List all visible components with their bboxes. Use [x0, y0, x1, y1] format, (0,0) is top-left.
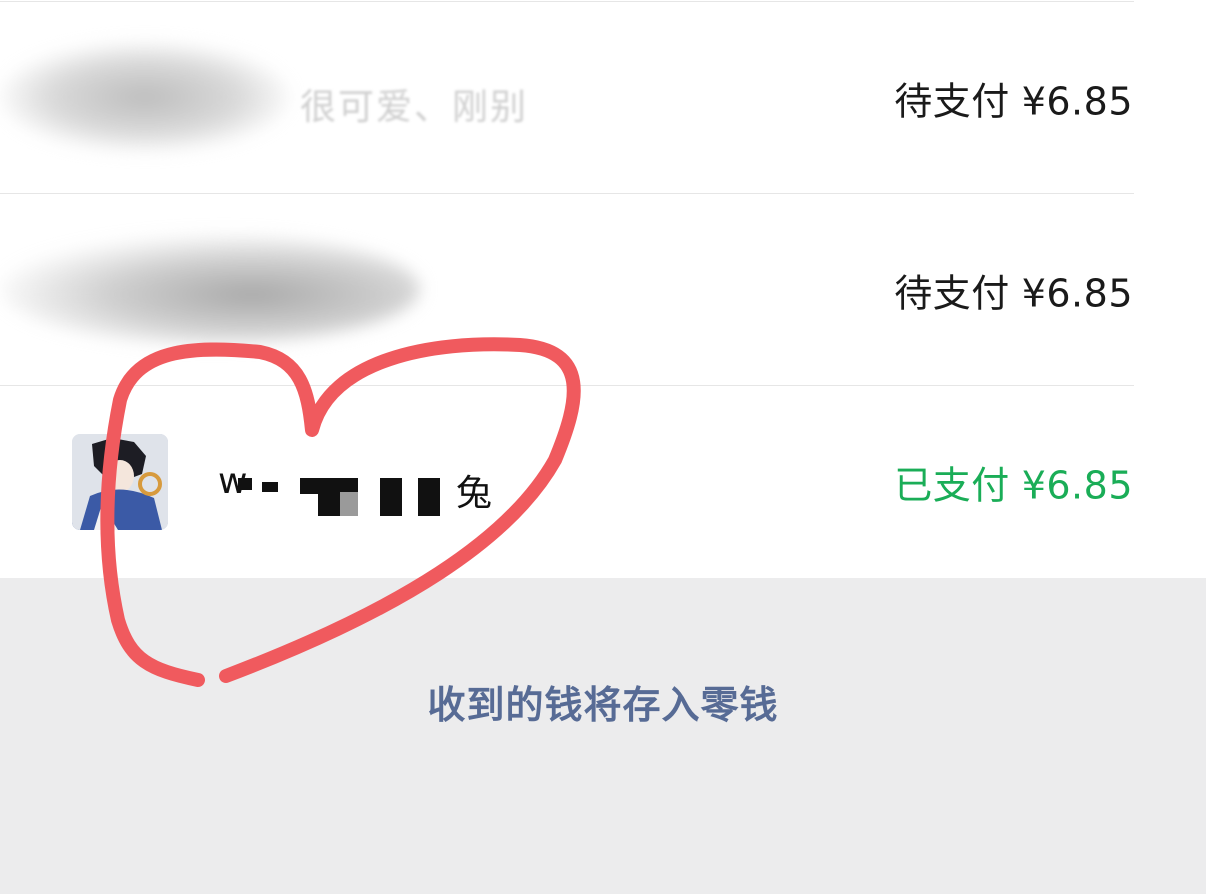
payer-name-end: 兔: [456, 473, 493, 514]
name-redaction-block: [318, 492, 340, 516]
payment-amount: ¥6.85: [1021, 79, 1133, 124]
redaction-smudge: [0, 234, 420, 344]
payer-list: 很可爱、刚别 待支付 ¥6.85 待支付 ¥6.85 w 兔 已支付 ¥6.85: [0, 0, 1206, 578]
payment-status: 待支付 ¥6.85: [894, 263, 1133, 318]
name-redaction-block: [262, 482, 278, 492]
avatar[interactable]: [72, 434, 168, 530]
name-redaction-block: [238, 478, 252, 490]
status-label: 已支付: [894, 463, 1010, 508]
avatar-illustration: [72, 434, 168, 530]
payment-status: 待支付 ¥6.85: [894, 71, 1133, 126]
name-redaction-block: [380, 478, 402, 516]
name-redaction-block: [340, 492, 358, 516]
payment-amount: ¥6.85: [1021, 271, 1133, 316]
payer-name-fragment: 很可爱、刚别: [300, 87, 529, 128]
change-wallet-link[interactable]: 收到的钱将存入零钱: [0, 674, 1206, 729]
status-label: 待支付: [894, 79, 1010, 124]
status-label: 待支付: [894, 271, 1010, 316]
payment-amount: ¥6.85: [1021, 463, 1133, 508]
payer-row[interactable]: 待支付 ¥6.85: [0, 194, 1206, 386]
payment-list-page: 很可爱、刚别 待支付 ¥6.85 待支付 ¥6.85 w 兔 已支付 ¥6.85…: [0, 0, 1206, 894]
payer-row[interactable]: w 兔 已支付 ¥6.85: [0, 386, 1206, 578]
redaction-smudge: [0, 42, 290, 152]
payer-row[interactable]: 很可爱、刚别 待支付 ¥6.85: [0, 2, 1206, 194]
name-redaction-block: [418, 478, 440, 516]
payment-status: 已支付 ¥6.85: [894, 455, 1133, 510]
footer-area: 收到的钱将存入零钱: [0, 578, 1206, 894]
